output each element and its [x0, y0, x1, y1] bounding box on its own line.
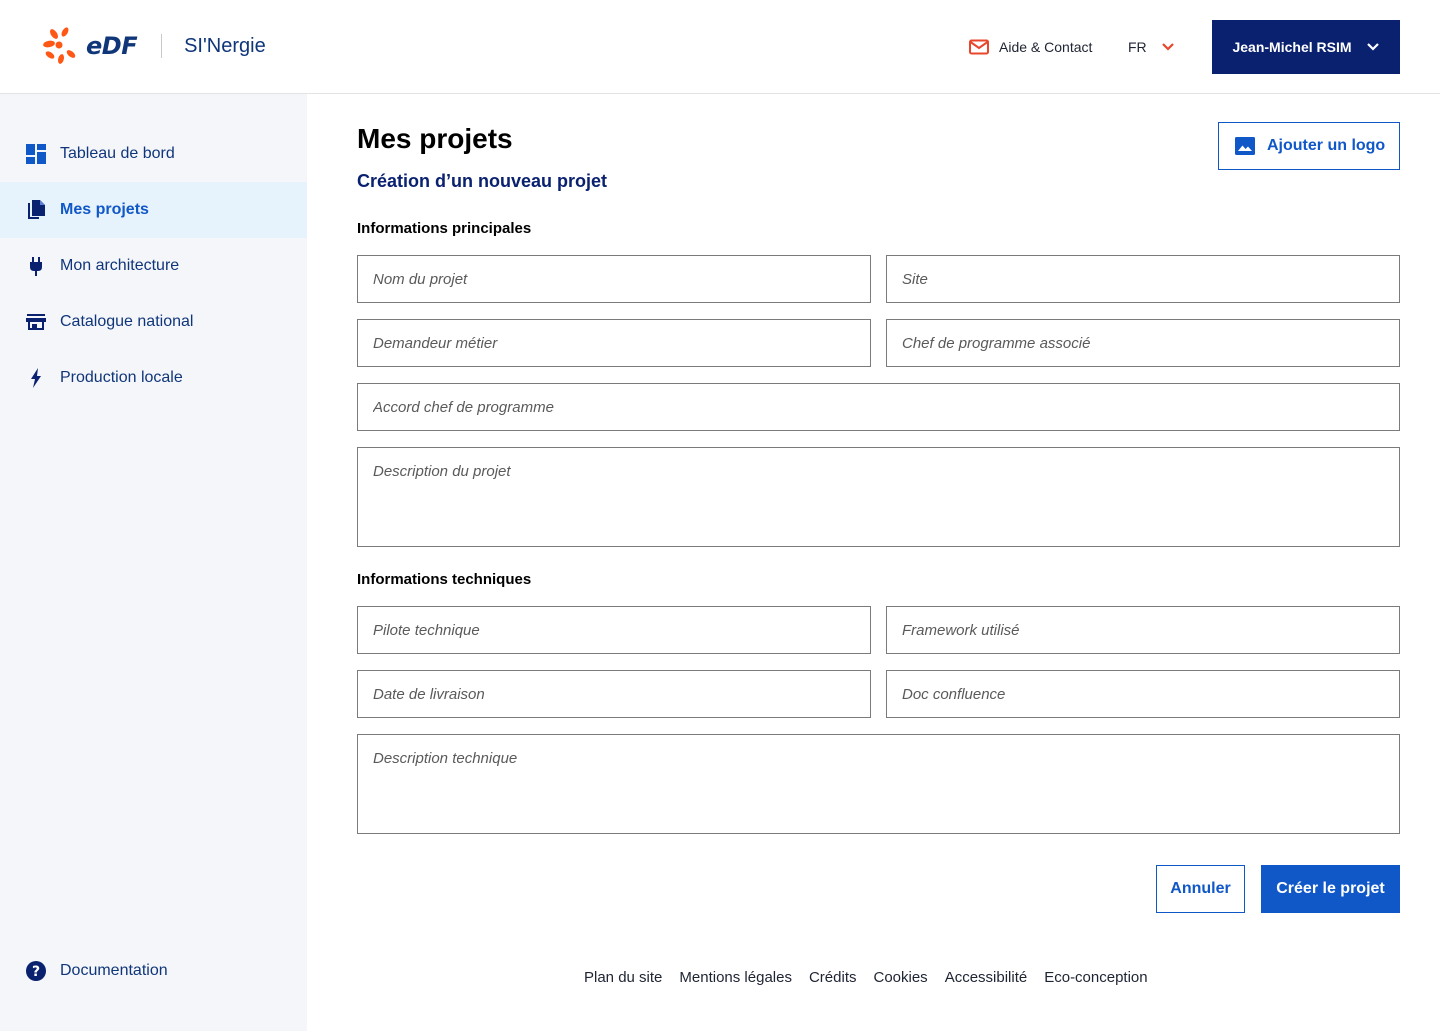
project-description-field[interactable] — [357, 447, 1400, 547]
dashboard-icon — [25, 143, 47, 165]
chevron-down-icon — [1366, 43, 1379, 51]
sidebar-item-label: Documentation — [60, 962, 168, 979]
tech-pilot-field[interactable] — [357, 606, 871, 654]
footer-link-cookies[interactable]: Cookies — [873, 969, 927, 986]
requester-field[interactable] — [357, 319, 871, 367]
lightning-icon — [25, 367, 47, 389]
create-project-button[interactable]: Créer le projet — [1261, 865, 1400, 913]
footer-link-eco-design[interactable]: Eco-conception — [1044, 969, 1147, 986]
site-field[interactable] — [886, 255, 1400, 303]
language-selector[interactable]: FR — [1128, 36, 1175, 58]
framework-input[interactable] — [887, 607, 1399, 653]
project-description-textarea[interactable] — [358, 448, 1399, 546]
help-contact-link[interactable]: Aide & Contact — [969, 36, 1092, 58]
requester-input[interactable] — [358, 320, 870, 366]
footer-link-accessibility[interactable]: Accessibilité — [945, 969, 1028, 986]
svg-text:?: ? — [32, 964, 40, 980]
sidebar-item-label: Mon architecture — [60, 257, 180, 274]
top-header: eDF SI'Nergie Aide & Contact FR Jean-Mic… — [0, 0, 1440, 94]
sidebar-item-label: Catalogue national — [60, 313, 194, 330]
sidebar-item-dashboard[interactable]: Tableau de bord — [0, 126, 307, 182]
brand-divider — [161, 34, 163, 58]
page-subtitle: Création d’un nouveau projet — [357, 171, 608, 191]
chevron-down-icon — [1161, 43, 1174, 51]
confluence-doc-field[interactable] — [886, 670, 1400, 718]
project-name-input[interactable] — [358, 256, 870, 302]
sidebar-item-production[interactable]: Production locale — [0, 350, 307, 406]
section-title-tech-info: Informations techniques — [357, 571, 532, 588]
sidebar: Tableau de bord Mes projets Mon architec… — [0, 94, 307, 1031]
page-title: Mes projets — [357, 123, 513, 154]
program-agreement-input[interactable] — [358, 384, 1399, 430]
main-content: Mes projets Création d’un nouveau projet… — [307, 94, 1440, 1031]
brand[interactable]: eDF SI'Nergie — [40, 24, 266, 68]
tech-pilot-input[interactable] — [358, 607, 870, 653]
footer-link-credits[interactable]: Crédits — [809, 969, 857, 986]
edf-wordmark: eDF — [86, 32, 138, 60]
footer-link-legal[interactable]: Mentions légales — [679, 969, 792, 986]
program-chief-field[interactable] — [886, 319, 1400, 367]
tech-description-field[interactable] — [357, 734, 1400, 834]
site-input[interactable] — [887, 256, 1399, 302]
sidebar-item-projects[interactable]: Mes projets — [0, 182, 307, 238]
sidebar-item-catalogue[interactable]: Catalogue national — [0, 294, 307, 350]
add-logo-button[interactable]: Ajouter un logo — [1218, 122, 1400, 170]
user-name: Jean-Michel RSIM — [1232, 39, 1352, 55]
cancel-button[interactable]: Annuler — [1156, 865, 1245, 913]
user-menu-button[interactable]: Jean-Michel RSIM — [1212, 20, 1400, 74]
tech-description-textarea[interactable] — [358, 735, 1399, 833]
confluence-doc-input[interactable] — [887, 671, 1399, 717]
store-icon — [25, 311, 47, 333]
image-icon — [1235, 137, 1255, 155]
sidebar-item-label: Tableau de bord — [60, 145, 175, 162]
app-name: SI'Nergie — [184, 34, 266, 57]
delivery-date-field[interactable] — [357, 670, 871, 718]
plug-icon — [25, 255, 47, 277]
delivery-date-input[interactable] — [358, 671, 870, 717]
help-contact-label: Aide & Contact — [999, 39, 1093, 55]
footer-links: Plan du site Mentions légales Crédits Co… — [584, 969, 1148, 986]
program-agreement-field[interactable] — [357, 383, 1400, 431]
section-title-main-info: Informations principales — [357, 220, 532, 237]
sidebar-item-architecture[interactable]: Mon architecture — [0, 238, 307, 294]
documents-icon — [25, 199, 47, 221]
help-icon: ? — [25, 960, 47, 982]
edf-sun-icon — [43, 27, 76, 64]
mail-icon — [969, 39, 989, 55]
project-name-field[interactable] — [357, 255, 871, 303]
footer-link-sitemap[interactable]: Plan du site — [584, 969, 662, 986]
language-label: FR — [1128, 39, 1147, 55]
edf-logo[interactable]: eDF — [40, 26, 138, 66]
framework-field[interactable] — [886, 606, 1400, 654]
program-chief-input[interactable] — [887, 320, 1399, 366]
sidebar-item-label: Production locale — [60, 369, 183, 386]
add-logo-label: Ajouter un logo — [1267, 137, 1386, 154]
sidebar-item-documentation[interactable]: ? Documentation — [0, 943, 307, 999]
sidebar-item-label: Mes projets — [60, 201, 149, 218]
